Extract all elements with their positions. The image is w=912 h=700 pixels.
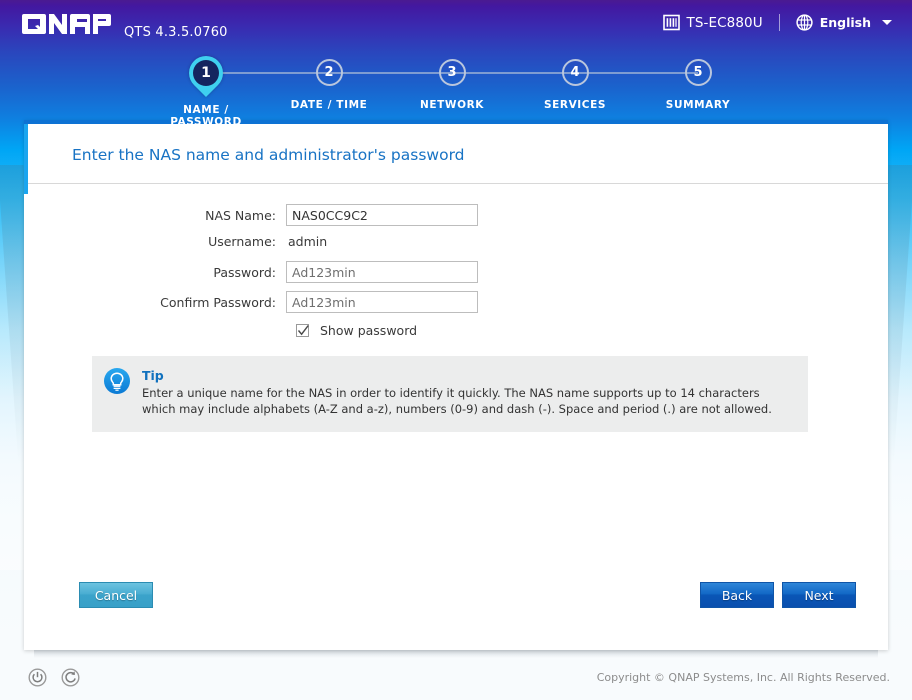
globe-icon: [796, 14, 813, 31]
brand-area: QTS 4.3.5.0760: [22, 12, 228, 40]
qts-setup-wizard: QTS 4.3.5.0760 TS-EC880U English 1 NAME …: [0, 0, 912, 700]
nav-buttons-wrap: Back Next: [700, 582, 856, 608]
show-password-label: Show password: [320, 323, 418, 338]
step-label: SUMMARY: [665, 99, 731, 111]
header-divider: [778, 14, 780, 31]
show-password-checkbox[interactable]: [296, 324, 309, 337]
back-button[interactable]: Back: [700, 582, 774, 608]
power-icon[interactable]: [28, 668, 47, 687]
password-row: Password:: [24, 261, 888, 283]
step-label: DATE / TIME: [290, 99, 368, 111]
app-header: QTS 4.3.5.0760 TS-EC880U English: [0, 0, 912, 56]
step-label: NETWORK: [419, 99, 485, 111]
wizard-step-name-password[interactable]: 1 NAME / PASSWORD: [146, 48, 266, 128]
header-right-area: TS-EC880U English: [662, 14, 892, 31]
confirm-password-row: Confirm Password:: [24, 291, 888, 313]
confirm-password-label: Confirm Password:: [160, 294, 276, 310]
step-number: 2: [315, 59, 343, 86]
nas-rack-icon: [662, 14, 680, 31]
wizard-step-services[interactable]: 4 SERVICES: [515, 56, 635, 111]
password-input[interactable]: [286, 261, 478, 283]
tip-content: Tip Enter a unique name for the NAS in o…: [142, 368, 794, 418]
copyright-text: Copyright © QNAP Systems, Inc. All Right…: [596, 671, 890, 684]
tip-text: Enter a unique name for the NAS in order…: [142, 386, 772, 417]
language-label: English: [819, 15, 871, 30]
wizard-step-network[interactable]: 3 NETWORK: [392, 56, 512, 111]
lightbulb-icon: [104, 368, 130, 394]
active-step-pin: 1: [181, 48, 231, 98]
wizard-step-date-time[interactable]: 2 DATE / TIME: [269, 56, 389, 111]
wizard-step-summary[interactable]: 5 SUMMARY: [638, 56, 758, 111]
page-title: Enter the NAS name and administrator's p…: [72, 146, 465, 164]
step-label: NAME / PASSWORD: [170, 104, 242, 128]
wizard-panel: Enter the NAS name and administrator's p…: [24, 120, 888, 650]
password-label: Password:: [213, 264, 276, 280]
wizard-stepper: 1 NAME / PASSWORD 2 DATE / TIME 3 NETWOR…: [0, 48, 912, 128]
username-value: admin: [288, 234, 328, 249]
confirm-password-input[interactable]: [286, 291, 478, 313]
username-label: Username:: [208, 234, 276, 249]
nas-model-label: TS-EC880U: [686, 14, 763, 31]
qnap-logo: [22, 14, 111, 34]
step-label: SERVICES: [543, 99, 607, 111]
chevron-down-icon[interactable]: [882, 20, 892, 25]
step-number: 4: [561, 59, 589, 86]
checkmark-icon: [297, 325, 309, 336]
nas-name-row: NAS Name:: [24, 204, 888, 226]
step-number: 5: [684, 59, 712, 86]
tip-title: Tip: [142, 368, 164, 383]
nas-name-input[interactable]: [286, 204, 478, 226]
language-selector[interactable]: English: [796, 14, 892, 31]
cancel-button-wrap: Cancel: [79, 582, 153, 608]
setup-form: NAS Name: Username: admin Password: Conf…: [24, 184, 888, 338]
qts-version-label: QTS 4.3.5.0760: [124, 25, 228, 40]
tip-panel: Tip Enter a unique name for the NAS in o…: [92, 356, 808, 432]
panel-left-accent: [24, 124, 28, 194]
next-button[interactable]: Next: [782, 582, 856, 608]
step-number: 3: [438, 59, 466, 86]
restart-icon[interactable]: [61, 668, 80, 687]
show-password-row: Show password: [296, 323, 888, 338]
step-number: 1: [193, 60, 219, 86]
nas-model-indicator: TS-EC880U: [662, 14, 763, 31]
panel-drop-shadow: [34, 650, 878, 658]
username-row: Username: admin: [24, 234, 888, 249]
footer-icon-group: [28, 668, 80, 687]
nas-name-label: NAS Name:: [205, 207, 276, 223]
cancel-button[interactable]: Cancel: [79, 582, 153, 608]
app-footer: Copyright © QNAP Systems, Inc. All Right…: [0, 658, 912, 700]
